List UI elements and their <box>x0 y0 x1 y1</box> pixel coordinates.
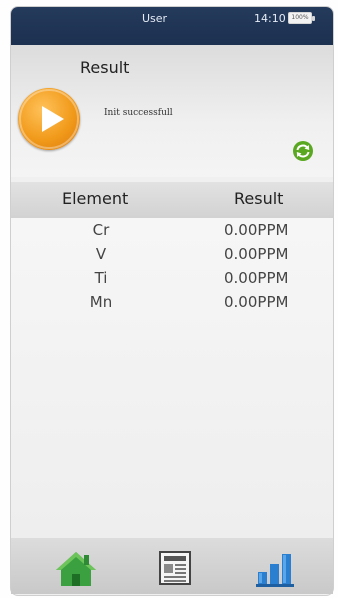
element-cell: Ti <box>94 269 108 287</box>
table-row: V 0.00PPM <box>11 242 333 266</box>
nav-report-button[interactable] <box>149 546 201 590</box>
table-row: Ti 0.00PPM <box>11 266 333 290</box>
element-cell: Mn <box>89 293 113 311</box>
table-header <box>11 182 333 218</box>
refresh-button[interactable] <box>292 140 314 162</box>
table-row: Cr 0.00PPM <box>11 218 333 242</box>
element-cell: Cr <box>92 221 110 239</box>
table-row: Mn 0.00PPM <box>11 290 333 314</box>
status-user-label: User <box>142 12 168 25</box>
refresh-icon <box>293 141 313 161</box>
battery-icon: 100% <box>288 12 315 24</box>
result-cell: 0.00PPM <box>224 245 289 263</box>
report-icon <box>159 551 191 585</box>
result-cell: 0.00PPM <box>224 293 289 311</box>
home-icon <box>56 552 96 586</box>
results-table-body: Cr 0.00PPM V 0.00PPM Ti 0.00PPM Mn 0.00P… <box>11 218 333 540</box>
column-header-element: Element <box>62 189 129 208</box>
nav-results-button[interactable] <box>250 546 302 590</box>
battery-level: 100% <box>291 14 309 21</box>
result-cell: 0.00PPM <box>224 221 289 239</box>
init-status-message: Init successfull <box>104 108 173 118</box>
result-cell: 0.00PPM <box>224 269 289 287</box>
nav-home-button[interactable] <box>50 546 102 590</box>
play-icon <box>19 89 79 149</box>
bar-chart-icon <box>256 554 294 587</box>
status-time: 14:10 <box>254 12 286 25</box>
start-measurement-button[interactable] <box>18 88 80 150</box>
element-cell: V <box>95 245 107 263</box>
column-header-result: Result <box>234 189 284 208</box>
page-title: Result <box>80 58 130 77</box>
